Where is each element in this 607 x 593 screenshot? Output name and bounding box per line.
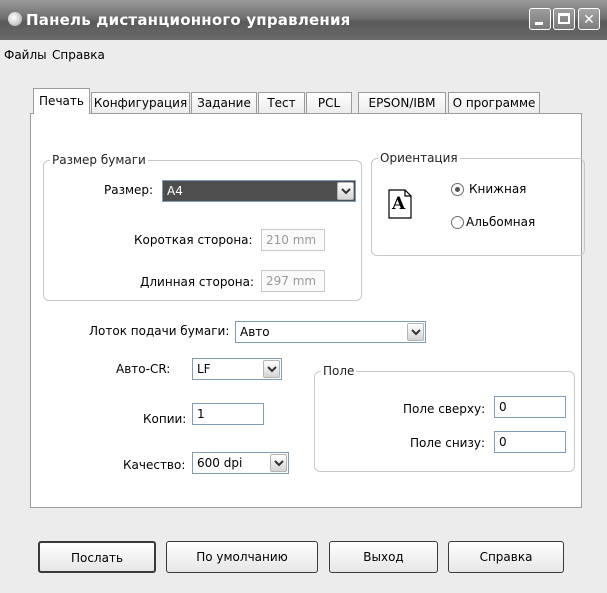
tab-epson-ibm[interactable]: EPSON/IBM [358,92,446,113]
tab-configuration[interactable]: Конфигурация [91,92,190,113]
size-label: Размер: [104,183,154,197]
menu-file[interactable]: Файлы [4,48,47,62]
chevron-down-icon[interactable] [407,323,424,341]
send-button[interactable]: Послать [38,541,156,573]
maximize-button[interactable] [553,8,575,30]
menu-bar: Файлы Справка [0,40,607,64]
menu-help[interactable]: Справка [52,48,105,62]
auto-cr-value: LF [197,362,211,376]
tab-print[interactable]: Печать [33,88,90,114]
landscape-radio[interactable] [451,216,464,229]
app-window: Панель дистанционного управления ✕ Файлы… [0,0,607,593]
window-title: Панель дистанционного управления [26,11,351,29]
portrait-label[interactable]: Книжная [469,182,526,196]
defaults-button[interactable]: По умолчанию [166,541,318,573]
paper-tray-label: Лоток подачи бумаги: [89,324,230,338]
paper-size-select[interactable]: A4 [162,180,356,202]
margins-group: Поле [314,364,575,472]
paper-tray-select[interactable]: Авто [235,321,426,343]
long-side-label: Длинная сторона: [140,275,255,289]
close-button[interactable]: ✕ [578,8,600,30]
copies-label: Копии: [143,412,187,426]
short-side-label: Короткая сторона: [134,233,253,247]
title-bar[interactable]: Панель дистанционного управления ✕ [0,0,607,40]
exit-button[interactable]: Выход [329,541,438,573]
quality-label: Качество: [123,458,186,472]
copies-field[interactable]: 1 [192,403,264,425]
tab-job[interactable]: Задание [191,92,257,113]
orientation-icon-letter: A [392,194,406,214]
paper-tray-value: Авто [240,325,270,339]
close-icon: ✕ [583,12,595,28]
auto-cr-select[interactable]: LF [192,358,282,380]
bottom-margin-field[interactable]: 0 [494,431,566,453]
quality-value: 600 dpi [197,456,243,470]
portrait-radio[interactable] [451,183,464,196]
top-margin-label: Поле сверху: [403,402,486,416]
chevron-down-icon[interactable] [263,360,280,378]
top-margin-field[interactable]: 0 [494,396,566,418]
tab-test[interactable]: Тест [258,92,305,113]
chevron-down-icon[interactable] [270,454,287,472]
quality-select[interactable]: 600 dpi [192,452,289,474]
app-icon [8,12,22,26]
chevron-down-icon[interactable] [337,182,354,200]
margins-group-label: Поле [321,364,357,378]
orientation-group-label: Ориентация [378,151,460,165]
help-button[interactable]: Справка [448,541,564,573]
maximize-icon [558,13,570,24]
minimize-button[interactable] [529,8,551,30]
paper-size-group-label: Размер бумаги [50,153,148,167]
tab-pcl[interactable]: PCL [306,92,352,113]
paper-size-value: A4 [167,184,183,198]
minimize-icon [535,22,543,25]
auto-cr-label: Авто-CR: [116,362,171,376]
bottom-margin-label: Поле снизу: [410,436,485,450]
long-side-field: 297 mm [261,270,325,292]
tab-about[interactable]: О программе [448,92,540,113]
landscape-label[interactable]: Альбомная [466,215,535,229]
page-orientation-icon: A [388,189,412,219]
radio-selected-dot [455,187,460,192]
short-side-field: 210 mm [261,229,325,251]
